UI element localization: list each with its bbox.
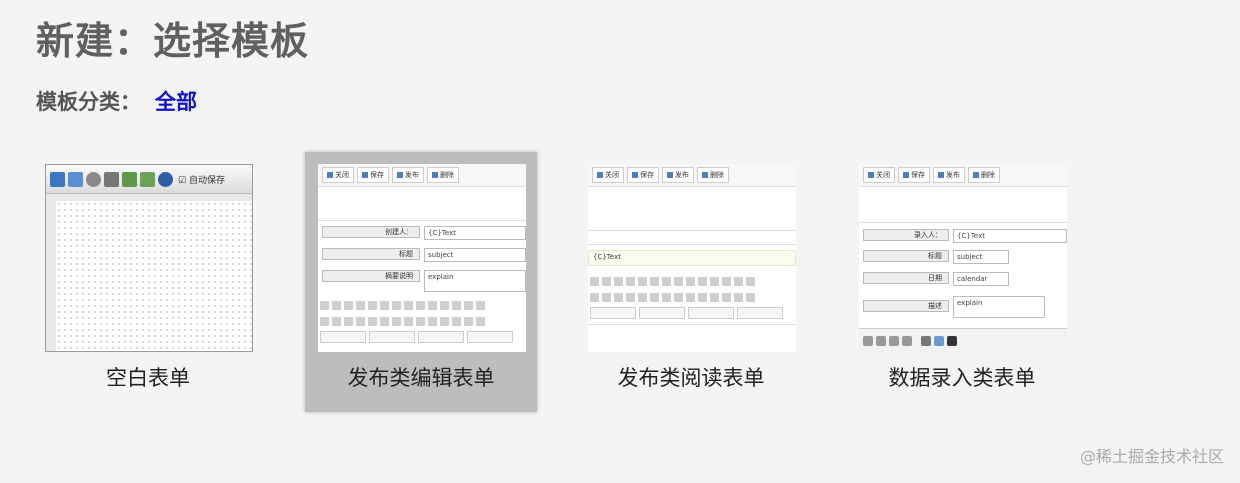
thumb-delete-button: 删除 (968, 167, 1000, 183)
template-label: 发布类阅读表单 (617, 366, 765, 390)
thumb-field-row: 描述 explain (863, 296, 1067, 318)
template-card-publish-read[interactable]: 关闭 保存 发布 删除 {C}Text 发布类阅读表单 (575, 152, 807, 412)
category-all-link[interactable]: 全部 (155, 90, 197, 114)
thumb-delete-button: 删除 (697, 167, 729, 183)
export-icon (140, 171, 155, 187)
thumb-field-row: 创建人： {C}Text (322, 226, 526, 240)
thumbnail-toolbar: 关闭 保存 发布 删除 (859, 164, 1067, 187)
preview-eye-icon (86, 171, 101, 187)
save-as-icon (68, 171, 83, 187)
thumb-text-field: {C}Text (588, 250, 796, 266)
template-thumbnail: 关闭 保存 发布 删除 录入人： {C}Text 标题 subject 日期 c… (859, 164, 1067, 352)
import-icon (122, 171, 137, 187)
template-card-data-entry[interactable]: 关闭 保存 发布 删除 录入人： {C}Text 标题 subject 日期 c… (846, 152, 1078, 412)
template-label: 空白表单 (106, 366, 190, 390)
print-icon (104, 171, 119, 187)
thumb-save-button: 保存 (357, 167, 389, 183)
thumbnail-toolbar: 关闭 保存 发布 删除 (588, 164, 796, 187)
template-thumbnail: ☑ 自动保存 (45, 164, 253, 352)
category-filter: 模板分类： 全部 (36, 86, 197, 116)
thumb-publish-button: 发布 (662, 167, 694, 183)
template-thumbnail: 关闭 保存 发布 删除 创建人： {C}Text 标题 subject 摘要说明… (318, 164, 526, 352)
thumb-publish-button: 发布 (392, 167, 424, 183)
thumb-save-button: 保存 (627, 167, 659, 183)
thumb-close-button: 关闭 (322, 167, 354, 183)
thumb-close-button: 关闭 (863, 167, 895, 183)
page-title: 新建：选择模板 (36, 19, 310, 63)
help-icon (158, 171, 173, 187)
thumb-editor-toolbar (320, 298, 526, 312)
thumb-field-row: 日期 calendar (863, 272, 1067, 286)
thumb-delete-button: 删除 (427, 167, 459, 183)
thumb-publish-button: 发布 (933, 167, 965, 183)
design-grid (56, 201, 252, 351)
thumb-close-button: 关闭 (592, 167, 624, 183)
thumbnail-toolbar: 关闭 保存 发布 删除 (318, 164, 526, 187)
thumb-save-button: 保存 (898, 167, 930, 183)
autosave-checkbox: ☑ 自动保存 (178, 175, 225, 186)
category-label: 模板分类： (36, 90, 141, 114)
thumbnail-toolbar: ☑ 自动保存 (46, 165, 252, 194)
save-icon (50, 171, 65, 187)
thumb-field-row: 标题 subject (863, 250, 1067, 264)
thumb-field-row: 录入人： {C}Text (863, 229, 1067, 243)
template-label: 发布类编辑表单 (347, 366, 495, 390)
thumb-editor-toolbar (590, 274, 796, 288)
thumb-field-row: 标题 subject (322, 248, 526, 262)
thumb-attachment-toolbar (859, 328, 1067, 352)
template-label: 数据录入类表单 (888, 366, 1036, 390)
watermark: @稀土掘金技术社区 (1079, 447, 1224, 466)
template-thumbnail: 关闭 保存 发布 删除 {C}Text (588, 164, 796, 352)
template-card-blank[interactable]: ☑ 自动保存 空白表单 (32, 152, 264, 412)
thumb-field-row: 摘要说明 explain (322, 270, 526, 292)
template-card-publish-edit[interactable]: 关闭 保存 发布 删除 创建人： {C}Text 标题 subject 摘要说明… (305, 152, 537, 412)
